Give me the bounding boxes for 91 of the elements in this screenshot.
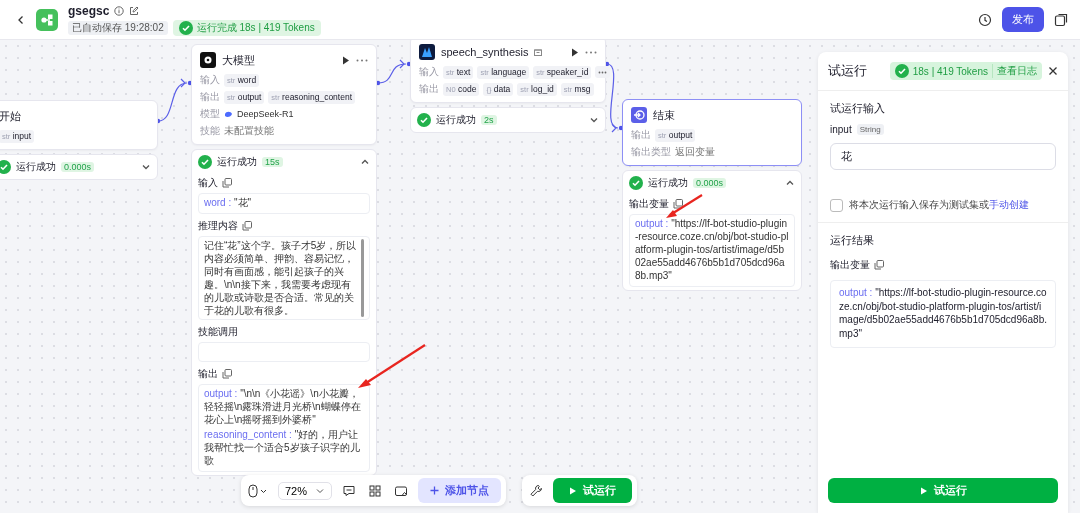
value-text: word : "花" [204,196,253,209]
app-name: gsegsc [68,3,110,18]
param-name: input [830,124,852,135]
section-title: 输出变量 [830,258,870,272]
section-title: 试运行输入 [830,101,886,116]
value-text: output : "https://lf-bot-studio-plugin-resource.coze.cn/obj/bot-studio-platform-plugin-tos/artist/image/d5b02ae55add4676b5b1d705dcd96a8b.mp3" [635,217,789,282]
node-title: 开始 [0,108,21,124]
copy-icon[interactable] [874,260,884,270]
time-badge: 15s [262,157,283,167]
edit-icon[interactable] [129,5,140,16]
scrollbar[interactable] [361,239,364,317]
copy-icon[interactable] [222,369,232,379]
input-field[interactable]: 花 [830,143,1056,170]
time-badge: 0.000s [693,178,727,188]
back-icon[interactable] [16,14,26,25]
field-label: 输入 [419,65,439,79]
checkbox[interactable] [830,198,843,212]
section-title: 推理内容 [198,219,238,233]
run-status: 运行成功 [217,155,257,169]
play-icon [569,486,578,495]
play-icon[interactable] [342,55,350,65]
copy-icon[interactable] [673,199,683,209]
store-icon [534,48,543,56]
checkbox-label: 将本次运行输入保存为测试集或手动创建 [849,198,1029,212]
field-label: 输入 [200,73,220,87]
run-stats: 18s | 419 Tokens [912,65,988,77]
add-node-button[interactable]: 添加节点 [418,478,502,503]
run-status: 运行成功 [648,176,688,190]
autosave-label: 已自动保存 19:28:02 [68,20,168,35]
reasoning-text: 记住“花”这个字。孩子才5岁，所以内容必须简单、押韵、容易记忆，同时有画面感，能引起孩子的兴趣。\n\n接下来，我需要考虑现有的儿歌或诗歌是否合适。常见的关于花的儿歌有很多。 [204,239,358,317]
more-icon[interactable] [585,50,597,54]
value-text: reasoning_content : "好的，用户让我帮忙找一个适合5岁孩子识字的儿歌 [204,428,361,467]
node-title: speech_synthesis [441,46,529,58]
field-label: 技能 [200,124,220,138]
field-label: 模型 [200,107,220,121]
grid-icon [368,483,383,498]
more-icon[interactable] [356,58,368,62]
run-status: 运行成功 [16,160,56,174]
node-title: 结束 [653,107,675,123]
field-label: 输出 [419,82,439,96]
success-icon [198,155,212,169]
model-logo-icon [224,109,233,119]
model-name: DeepSeek-R1 [237,109,294,119]
field-value: 未配置技能 [224,124,274,138]
wrench-icon [529,483,544,498]
field-label: 输出 [631,128,651,142]
section-title: 输入 [198,176,218,190]
copy-icon[interactable] [222,178,232,188]
panel-title: 试运行 [828,62,867,80]
section-title: 运行结果 [830,233,875,248]
comment-icon [342,483,357,498]
plus-icon [430,486,440,495]
app-icon [36,8,58,31]
mouse-icon [248,483,268,498]
close-icon[interactable] [1048,66,1058,76]
publish-button[interactable]: 发布 [1002,7,1044,32]
section-title: 技能调用 [198,325,238,339]
info-icon[interactable] [114,5,125,16]
chevron-icon[interactable] [589,115,599,125]
value-text: output : "https://lf-bot-studio-plugin-resource.coze.cn/obj/bot-studio-platform-plugin-tos/artist/image/d5b02ae55add4676b5b1d705dcd96a8b.mp3" [839,286,1047,340]
history-icon[interactable] [978,12,992,27]
exit-icon [631,107,647,123]
section-title: 输出变量 [629,197,669,211]
chevron-icon[interactable] [785,178,795,188]
play-icon [919,486,928,495]
success-icon [894,64,909,78]
success-icon [417,113,431,127]
run-status-text: 运行完成 18s | 419 Tokens [196,20,315,35]
success-icon [178,20,193,35]
time-badge: 0.000s [61,162,95,172]
image-icon [394,483,409,498]
model-icon [200,52,216,68]
plugin-icon [419,44,435,60]
success-icon [629,176,643,190]
field-value: 返回变量 [675,145,715,159]
value-text: output : "\n\n《小花谣》\n小花瓣，轻轻摇\n露珠滑进月光桥\n蝴蝶停在花心上\n摇呀摇到外婆桥" [204,387,362,426]
node-title: 大模型 [222,52,255,68]
chevron-icon[interactable] [360,157,370,167]
field-label: 输出类型 [631,145,671,159]
time-badge: 2s [481,115,497,125]
window-icon[interactable] [1054,12,1068,27]
zoom-select[interactable]: 72% [278,481,333,500]
run-status: 运行成功 [436,113,476,127]
copy-icon[interactable] [242,221,252,231]
type-badge: String [856,124,884,135]
play-icon[interactable] [571,47,579,57]
create-link[interactable]: 手动创建 [989,199,1029,210]
chevron-icon[interactable] [141,162,151,172]
field-label: 输出 [200,90,220,104]
section-title: 输出 [198,367,218,381]
more-icon [598,70,608,74]
